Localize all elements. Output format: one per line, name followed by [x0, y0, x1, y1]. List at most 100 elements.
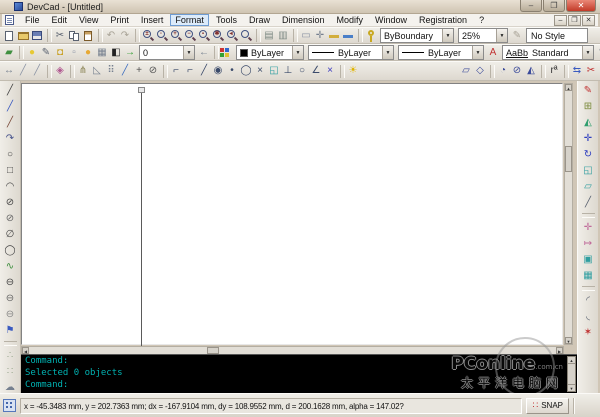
mdi-minimize-icon[interactable]: –: [554, 15, 567, 26]
menu-item-view[interactable]: View: [74, 14, 103, 26]
print-preview-icon[interactable]: ▥: [276, 29, 290, 43]
zoom-window-icon[interactable]: [155, 29, 169, 43]
zoom-previous-icon[interactable]: [225, 29, 239, 43]
draw-ellipse-icon[interactable]: ⊖: [2, 275, 18, 291]
layer-plot-icon[interactable]: ▦: [95, 46, 109, 60]
drawn-vertical-line[interactable]: [141, 87, 142, 347]
command-window[interactable]: Command:Selected 0 objectsCommand: ▲ ▼ P…: [21, 354, 577, 393]
rotate-view-icon[interactable]: ◔: [496, 64, 510, 78]
canvas-vertical-scrollbar[interactable]: ▲ ▼: [564, 83, 573, 345]
open-icon[interactable]: [16, 29, 30, 43]
no-rotate-icon[interactable]: ⊘: [510, 64, 524, 78]
menu-item-window[interactable]: Window: [370, 14, 412, 26]
copy-object-icon[interactable]: ⊞: [580, 99, 596, 115]
key-icon[interactable]: [364, 29, 378, 43]
text-style-icon[interactable]: A: [486, 46, 500, 60]
save-icon[interactable]: [30, 29, 44, 43]
zoom-in-icon[interactable]: [169, 29, 183, 43]
scroll-down-icon[interactable]: ▼: [565, 337, 572, 344]
mdi-restore-icon[interactable]: ❐: [568, 15, 581, 26]
mdi-close-icon[interactable]: ✕: [582, 15, 595, 26]
polygon-select-icon[interactable]: ◇: [473, 64, 487, 78]
print-icon[interactable]: ▤: [262, 29, 276, 43]
zoom-level-combo[interactable]: 25% ▼: [458, 28, 508, 43]
chevron-down-icon[interactable]: ▼: [472, 46, 483, 59]
cut-icon[interactable]: ✂: [53, 29, 67, 43]
osnap-endpoint-icon[interactable]: ⌐: [169, 64, 183, 78]
grid-icon[interactable]: ⠿: [104, 64, 118, 78]
layer-previous-icon[interactable]: ←: [197, 46, 211, 60]
snap-marker-icon[interactable]: ◈: [53, 64, 67, 78]
snap-axis-icon[interactable]: ╱: [118, 64, 132, 78]
draw-circle-large-icon[interactable]: ◯: [2, 243, 18, 259]
insert-image-icon[interactable]: ⚑: [2, 323, 18, 339]
stretch-icon[interactable]: ↔: [2, 64, 16, 78]
scroll-up-icon[interactable]: ▲: [568, 357, 575, 364]
draw-circle-3p-icon[interactable]: ⊘: [2, 211, 18, 227]
divide-points-icon[interactable]: ∷: [2, 364, 18, 380]
explode-icon[interactable]: ✶: [580, 325, 596, 341]
layer-edit-icon[interactable]: ✎: [39, 46, 53, 60]
layer-bw-icon[interactable]: ◧: [109, 46, 123, 60]
osnap-quadrant-icon[interactable]: ◯: [239, 64, 253, 78]
cursor-cross-icon[interactable]: +: [132, 64, 146, 78]
text-angle-icon[interactable]: rª: [547, 64, 561, 78]
chevron-down-icon[interactable]: ▼: [442, 29, 453, 42]
erase-icon[interactable]: ✎: [580, 83, 596, 99]
document-icon[interactable]: [5, 15, 14, 25]
title-bar[interactable]: DevCad - [Untitled] – ❐ ✕: [0, 0, 600, 14]
zoom-extents-icon[interactable]: [211, 29, 225, 43]
boundary-combo[interactable]: ByBoundary ▼: [380, 28, 454, 43]
style-picker-icon[interactable]: ✎: [510, 29, 524, 43]
snap-off-icon[interactable]: ⊘: [146, 64, 160, 78]
osnap-tangent-icon[interactable]: ○: [295, 64, 309, 78]
shear-icon[interactable]: ▱: [580, 179, 596, 195]
osnap-center-icon[interactable]: ◉: [211, 64, 225, 78]
osnap-insertion-icon[interactable]: ◱: [267, 64, 281, 78]
line-grip[interactable]: [138, 87, 145, 93]
menu-item-registration[interactable]: Registration: [414, 14, 472, 26]
undo-icon[interactable]: ↶: [104, 29, 118, 43]
break-icon[interactable]: ╱: [580, 195, 596, 211]
draw-circle-ttr-icon[interactable]: ∅: [2, 227, 18, 243]
chamfer-icon[interactable]: ◟: [580, 309, 596, 325]
chevron-down-icon[interactable]: ▼: [496, 29, 507, 42]
osnap-perpendicular-icon[interactable]: ⊥: [281, 64, 295, 78]
page-setup-icon[interactable]: ▭: [299, 29, 313, 43]
draw-spline-icon[interactable]: ∿: [2, 259, 18, 275]
grid-snap-icon[interactable]: [3, 399, 16, 412]
draw-arc-icon[interactable]: ◠: [2, 179, 18, 195]
layer-lock-icon[interactable]: ◘: [53, 46, 67, 60]
draw-ray-icon[interactable]: ╱: [2, 115, 18, 131]
layout-top-icon[interactable]: ▬: [327, 29, 341, 43]
edit-line-icon[interactable]: ╱: [16, 64, 30, 78]
osnap-midpoint-icon[interactable]: ⌐: [183, 64, 197, 78]
draw-ellipse-axis-icon[interactable]: ⊖: [2, 291, 18, 307]
lineweight-combo[interactable]: ByLayer ▼: [398, 45, 484, 60]
move-icon[interactable]: ✛: [580, 131, 596, 147]
style-name-field[interactable]: No Style: [526, 28, 588, 43]
drawing-canvas[interactable]: [21, 83, 563, 345]
draw-circle-2p-icon[interactable]: ⊘: [2, 195, 18, 211]
align-view-icon[interactable]: ◭: [524, 64, 538, 78]
maximize-button-icon[interactable]: ❐: [543, 0, 565, 12]
layer-color-icon[interactable]: ●: [81, 46, 95, 60]
layer-combo[interactable]: 0 ▼: [139, 45, 195, 60]
osnap-settings-icon[interactable]: ☀: [346, 64, 360, 78]
osnap-node-icon[interactable]: •: [225, 64, 239, 78]
textstyle-combo[interactable]: AaBb Standard ▼: [502, 45, 594, 60]
vertical-scroll-thumb[interactable]: [565, 146, 572, 172]
snap-button[interactable]: ∷ SNAP: [526, 398, 569, 414]
zoom-realtime-icon[interactable]: [141, 29, 155, 43]
chevron-down-icon[interactable]: ▼: [183, 46, 194, 59]
layer-current-icon[interactable]: →: [123, 46, 137, 60]
chevron-down-icon[interactable]: ▼: [382, 46, 393, 59]
edit-vertex-icon[interactable]: ╱: [30, 64, 44, 78]
fillet-icon[interactable]: ◜: [580, 293, 596, 309]
draw-curve-icon[interactable]: ↷: [2, 131, 18, 147]
redo-icon[interactable]: ↷: [118, 29, 132, 43]
array-icon[interactable]: ▦: [580, 268, 596, 284]
command-scrollbar[interactable]: ▲ ▼: [567, 356, 576, 392]
color-combo[interactable]: ByLayer ▼: [236, 45, 304, 60]
snap-ruler-icon[interactable]: ◺: [90, 64, 104, 78]
